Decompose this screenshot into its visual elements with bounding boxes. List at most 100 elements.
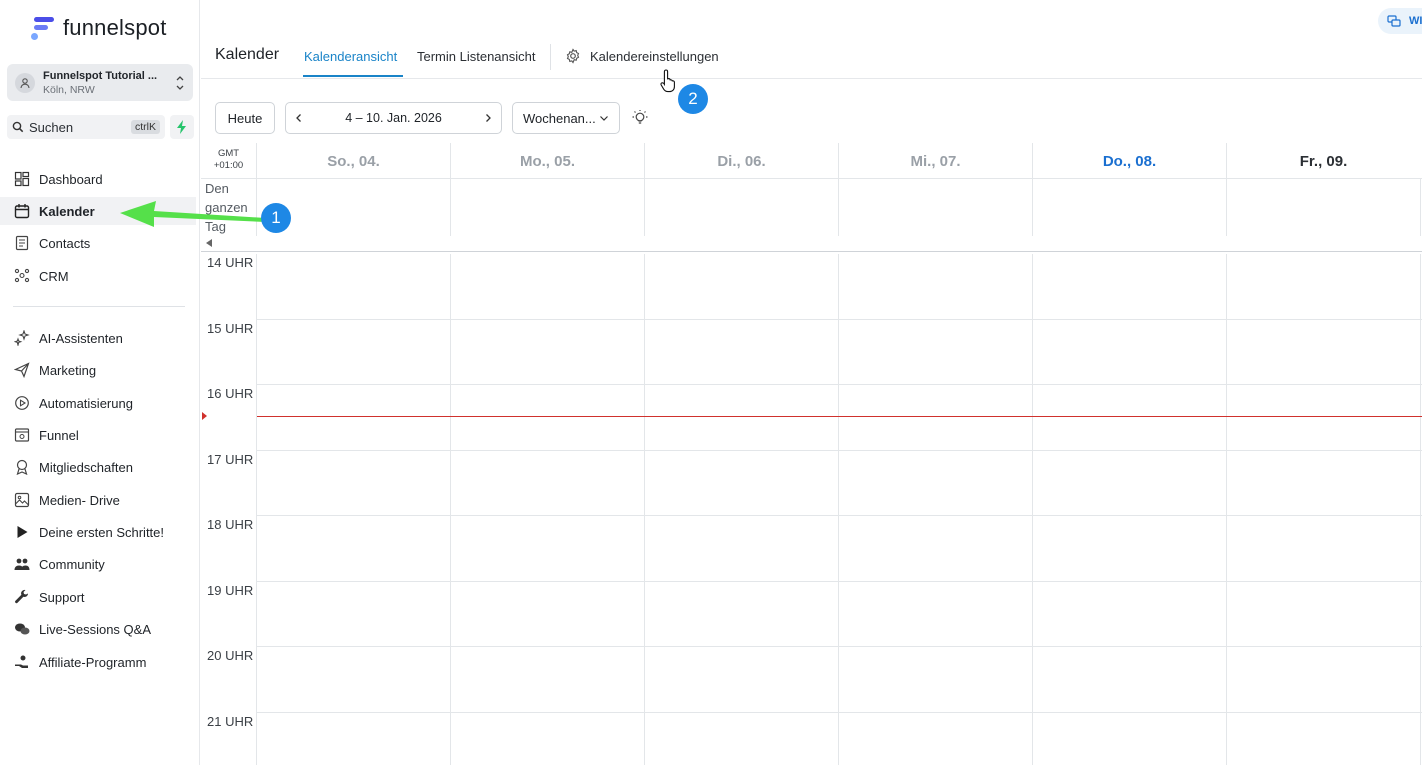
time-slot[interactable] — [1033, 254, 1226, 319]
sidebar-item-live-sessions-q-a[interactable]: Live-Sessions Q&A — [0, 615, 196, 643]
tab-kalendereinstellungen[interactable]: Kalendereinstellungen — [565, 48, 719, 64]
time-slot[interactable] — [645, 516, 838, 581]
chevron-right-icon[interactable] — [483, 113, 493, 123]
sidebar-item-affiliate-programm[interactable]: Affiliate-Programm — [0, 648, 196, 676]
sidebar-item-crm[interactable]: CRM — [0, 262, 196, 290]
time-slot[interactable] — [1033, 385, 1226, 450]
time-slot[interactable] — [645, 385, 838, 450]
time-slot[interactable] — [645, 647, 838, 712]
hour-label: 20 UHR — [207, 648, 254, 663]
brand-name: funnelspot — [63, 15, 167, 40]
time-slot[interactable] — [451, 254, 644, 319]
sidebar-item-dashboard[interactable]: Dashboard — [0, 165, 196, 193]
time-slot[interactable] — [839, 713, 1032, 765]
switch-icon — [1387, 15, 1401, 27]
hour-label: 14 UHR — [207, 255, 254, 270]
time-slot[interactable] — [1227, 582, 1420, 647]
time-slot[interactable] — [451, 647, 644, 712]
sidebar-item-mitgliedschaften[interactable]: Mitgliedschaften — [0, 453, 196, 481]
time-slot[interactable] — [1033, 516, 1226, 581]
time-slot[interactable] — [1033, 713, 1226, 765]
time-slot[interactable] — [257, 254, 450, 319]
time-slot[interactable] — [257, 713, 450, 765]
time-slot[interactable] — [645, 451, 838, 516]
time-slot[interactable] — [451, 582, 644, 647]
day-header[interactable]: Mi., 07. — [838, 143, 1032, 179]
sidebar-item-support[interactable]: Support — [0, 583, 196, 611]
time-slot[interactable] — [645, 713, 838, 765]
time-slot[interactable] — [1033, 320, 1226, 385]
day-header[interactable]: Do., 08. — [1032, 143, 1226, 179]
time-slot[interactable] — [1227, 254, 1420, 319]
tab-kalenderansicht[interactable]: Kalenderansicht — [304, 49, 397, 64]
time-slot[interactable] — [1033, 451, 1226, 516]
account-switcher[interactable]: Funnelspot Tutorial ... Köln, NRW — [7, 64, 193, 101]
time-slot[interactable] — [1227, 451, 1420, 516]
allday-column-divider — [644, 179, 645, 236]
time-slot[interactable] — [839, 516, 1032, 581]
time-slot[interactable] — [1033, 647, 1226, 712]
sparkle-icon — [13, 329, 31, 347]
quick-action-button[interactable] — [170, 115, 194, 139]
tab-termin-listenansicht[interactable]: Termin Listenansicht — [417, 49, 536, 64]
time-slot[interactable] — [1227, 385, 1420, 450]
time-slot[interactable] — [1227, 713, 1420, 765]
time-slot[interactable] — [839, 647, 1032, 712]
sidebar-item-contacts[interactable]: Contacts — [0, 229, 196, 257]
time-slot[interactable] — [257, 516, 450, 581]
time-slot[interactable] — [1227, 320, 1420, 385]
view-select[interactable]: Wochenan... — [512, 102, 620, 134]
brand-logo[interactable]: funnelspot — [30, 15, 167, 41]
time-slot[interactable] — [839, 451, 1032, 516]
hour-label: 21 UHR — [207, 713, 254, 729]
time-slot[interactable] — [451, 516, 644, 581]
time-slot[interactable] — [645, 582, 838, 647]
time-slot[interactable] — [645, 320, 838, 385]
account-location: Köln, NRW — [43, 83, 95, 96]
time-slot[interactable] — [257, 582, 450, 647]
day-header[interactable]: Di., 06. — [644, 143, 838, 179]
time-slot[interactable] — [257, 385, 450, 450]
time-slot[interactable] — [839, 254, 1032, 319]
today-button[interactable]: Heute — [215, 102, 275, 134]
top-right-action-button[interactable]: WI — [1378, 8, 1422, 34]
time-slot[interactable] — [257, 320, 450, 385]
crm-icon — [13, 267, 31, 285]
time-slot[interactable] — [1033, 582, 1226, 647]
sidebar-item-label: Deine ersten Schritte! — [39, 524, 165, 540]
sidebar-item-label: Automatisierung — [39, 395, 133, 411]
time-slot[interactable] — [257, 451, 450, 516]
time-slot[interactable] — [839, 320, 1032, 385]
allday-column-divider — [1032, 179, 1033, 236]
day-header[interactable]: Mo., 05. — [450, 143, 644, 179]
time-slot[interactable] — [1227, 647, 1420, 712]
time-slot[interactable] — [839, 582, 1032, 647]
sidebar-item-marketing[interactable]: Marketing — [0, 356, 196, 384]
time-slot[interactable] — [451, 320, 644, 385]
sidebar-item-community[interactable]: Community — [0, 550, 196, 578]
sidebar-item-ai-assistenten[interactable]: AI-Assistenten — [0, 324, 196, 352]
time-slot[interactable] — [1227, 516, 1420, 581]
collapse-allday-icon[interactable] — [206, 239, 212, 247]
time-slot[interactable] — [257, 647, 450, 712]
sidebar-item-automatisierung[interactable]: Automatisierung — [0, 389, 196, 417]
allday-divider — [201, 251, 1422, 252]
time-slot[interactable] — [451, 713, 644, 765]
search-input[interactable]: Suchen ctrlK — [7, 115, 165, 139]
sidebar-item-deine-ersten-schritte[interactable]: Deine ersten Schritte! — [0, 518, 196, 546]
chevron-left-icon[interactable] — [294, 113, 304, 123]
sidebar-item-label: Community — [39, 556, 105, 572]
sidebar-item-medien-drive[interactable]: Medien- Drive — [0, 486, 196, 514]
time-slot[interactable] — [839, 385, 1032, 450]
sidebar-item-funnel[interactable]: Funnel — [0, 421, 196, 449]
current-time-marker-icon — [202, 412, 207, 420]
time-slot[interactable] — [645, 254, 838, 319]
timezone-label: GMT +01:00 — [201, 143, 256, 179]
time-slot[interactable] — [451, 385, 644, 450]
day-header[interactable]: Fr., 09. — [1226, 143, 1420, 179]
lightbulb-icon[interactable] — [632, 110, 648, 126]
time-slot[interactable] — [451, 451, 644, 516]
calendar-icon — [13, 202, 31, 220]
day-header[interactable]: So., 04. — [256, 143, 450, 179]
sidebar-item-label: Medien- Drive — [39, 492, 120, 508]
